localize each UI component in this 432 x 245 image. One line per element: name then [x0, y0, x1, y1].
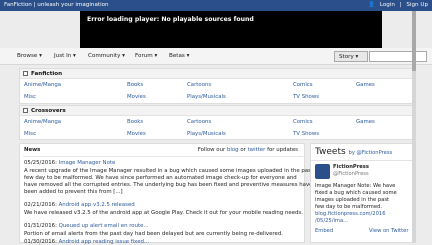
category-link[interactable]: Movies	[127, 131, 146, 137]
collapse-icon[interactable]	[23, 108, 28, 113]
video-player[interactable]: Error loading player: No playable source…	[80, 11, 382, 48]
blog-link[interactable]: blog	[227, 147, 239, 153]
scrollbar-thumb[interactable]	[412, 11, 416, 71]
site-brand[interactable]: FanFiction | unleash your imagination	[4, 2, 109, 8]
menu-forum[interactable]: Forum ▾	[135, 53, 157, 59]
menu-browse[interactable]: Browse ▾	[17, 53, 42, 59]
panel-title: Fanfiction	[31, 70, 63, 77]
tweets-by-link[interactable]: by @FictionPress	[349, 150, 393, 156]
divider	[311, 160, 417, 161]
category-link[interactable]: Games	[356, 119, 375, 125]
category-link[interactable]: Books	[127, 119, 143, 125]
category-link[interactable]: TV Shows	[293, 131, 319, 137]
news-item-header: 02/21/2016: Android app v3.2.5 released	[24, 202, 135, 208]
top-bar: FanFiction | unleash your imagination 👤 …	[0, 0, 432, 11]
tweet-link[interactable]: /05/25/ima...	[315, 218, 348, 224]
news-body-line: We have released v3.2.5 of the android a…	[24, 210, 303, 216]
news-headline[interactable]: Queued up alert email en route...	[59, 223, 149, 229]
search-input[interactable]	[369, 51, 427, 62]
follow-suffix: for updates	[267, 147, 298, 153]
category-link[interactable]: Cartoons	[187, 82, 211, 88]
story-type-label: Story ▾	[339, 54, 359, 60]
news-headline[interactable]: Android app v3.2.5 released	[59, 202, 135, 208]
account-links: 👤 Login | Sign Up	[365, 2, 428, 8]
news-panel: News Follow our blog or twitter for upda…	[19, 143, 313, 245]
category-link[interactable]: Movies	[127, 94, 146, 100]
view-on-twitter-link[interactable]: View on Twitter	[369, 228, 408, 234]
signup-link[interactable]: Sign Up	[406, 2, 428, 8]
category-link[interactable]: Games	[356, 82, 375, 88]
category-link[interactable]: Books	[127, 82, 143, 88]
category-link[interactable]: Comics	[293, 82, 313, 88]
news-title: News	[24, 147, 41, 153]
menu-betas[interactable]: Betas ▾	[169, 53, 189, 59]
panel-header: Fanfiction	[20, 69, 415, 79]
tweet-line: Image Manager Note: We have	[315, 183, 396, 189]
category-link[interactable]: Misc	[24, 94, 36, 100]
crossovers-panel: Crossovers Anime/Manga Books Cartoons Co…	[19, 105, 416, 140]
follow-text: Follow our blog or twitter for updates	[198, 147, 298, 153]
category-link[interactable]: Plays/Musicals	[187, 131, 226, 137]
user-icon: 👤	[368, 2, 376, 8]
follow-or: or	[240, 147, 246, 153]
news-item-header: 01/31/2016: Queued up alert email en rou…	[24, 223, 149, 229]
category-link[interactable]: Anime/Manga	[24, 82, 61, 88]
collapse-icon[interactable]	[23, 71, 28, 76]
news-item-header: 05/25/2016: Image Manager Note	[24, 160, 115, 166]
news-date: 01/31/2016:	[24, 223, 57, 229]
news-date: 01/30/2016:	[24, 239, 57, 245]
menu-just-in[interactable]: Just In ▾	[54, 53, 76, 59]
tweets-title: Tweets	[315, 147, 346, 157]
news-body-line: have removed all the corrupted entries. …	[24, 182, 313, 188]
category-link[interactable]: Comics	[293, 119, 313, 125]
news-headline[interactable]: Android app reading issue fixed...	[59, 239, 149, 245]
category-link[interactable]: Anime/Manga	[24, 119, 61, 125]
twitter-link[interactable]: twitter	[248, 147, 266, 153]
news-body-line: few day to be malformed. We have since p…	[24, 175, 297, 181]
tweet-line: few day to be malformed.	[315, 204, 382, 210]
news-date: 05/25/2016:	[24, 160, 57, 166]
category-link[interactable]: Plays/Musicals	[187, 94, 226, 100]
news-item-header: 01/30/2016: Android app reading issue fi…	[24, 239, 149, 245]
category-link[interactable]: Cartoons	[187, 119, 211, 125]
news-date: 02/21/2016:	[24, 202, 57, 208]
tweets-header: Tweets by @FictionPress	[315, 147, 392, 157]
embed-link[interactable]: Embed	[315, 228, 333, 234]
story-type-button[interactable]: Story ▾	[334, 51, 368, 62]
tweet-link[interactable]: blog.fictionpress.com/2016	[315, 211, 386, 217]
tweet-account-name[interactable]: FictionPress	[333, 164, 369, 170]
tweet-line: images uploaded in the past	[315, 197, 390, 203]
player-error-message: Error loading player: No playable source…	[87, 16, 254, 23]
category-link[interactable]: Misc	[24, 131, 36, 137]
panel-title: Crossovers	[31, 107, 66, 114]
tweets-widget: Tweets by @FictionPress FictionPress @Fi…	[310, 143, 417, 243]
menu-community[interactable]: Community ▾	[88, 53, 125, 59]
news-body-line: A recent upgrade of the Image Manager re…	[24, 168, 314, 174]
news-headline[interactable]: Image Manager Note	[59, 160, 116, 166]
tweet-account-handle[interactable]: @FictionPress	[333, 171, 369, 177]
news-body-line: been added to prevent this from [...]	[24, 189, 123, 195]
fanfiction-panel: Fanfiction Anime/Manga Books Cartoons Co…	[19, 68, 416, 104]
divider	[23, 156, 303, 157]
avatar[interactable]	[315, 164, 330, 179]
category-link[interactable]: TV Shows	[293, 94, 319, 100]
login-link[interactable]: Login	[380, 2, 395, 8]
separator: |	[399, 2, 402, 8]
panel-header: Crossovers	[20, 106, 415, 116]
tweet-line: fixed a bug which caused some	[315, 190, 397, 196]
news-body-line: Portion of email alerts from the past da…	[24, 231, 283, 237]
follow-prefix: Follow our	[197, 147, 226, 153]
main-menu: Browse ▾ Just In ▾ Community ▾ Forum ▾ B…	[12, 51, 427, 64]
